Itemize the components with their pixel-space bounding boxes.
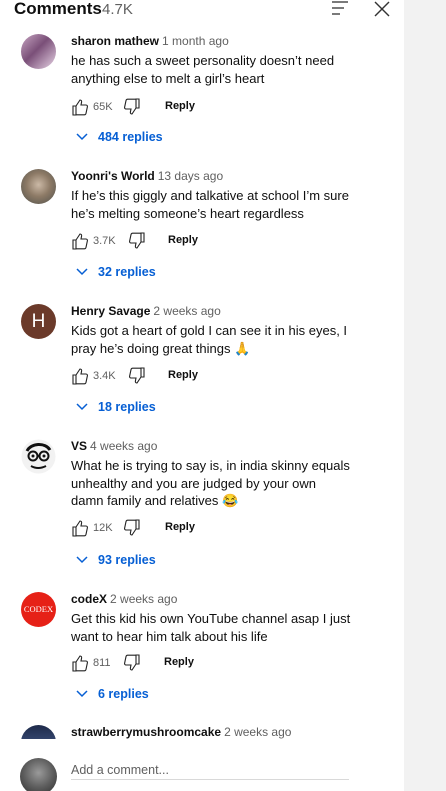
comment-header: Henry Savage 2 weeks ago <box>71 304 221 318</box>
comment-actions: 3.4K Reply <box>71 367 211 385</box>
user-avatar[interactable] <box>20 758 57 791</box>
comment-header: strawberrymushroomcake 2 weeks ago <box>71 725 291 739</box>
comments-header: Comments 4.7K <box>0 0 404 22</box>
side-gutter <box>404 0 446 791</box>
comment-item: sharon mathew 1 month ago he has such a s… <box>0 34 404 154</box>
comment-time: 2 weeks ago <box>224 725 292 739</box>
view-replies-button[interactable]: 484 replies <box>76 129 196 147</box>
chevron-down-icon <box>76 133 88 141</box>
replies-count: 18 replies <box>98 400 156 414</box>
avatar[interactable] <box>21 439 56 474</box>
comment-author[interactable]: codeX <box>71 592 107 606</box>
comment-item: Yoonri's World 13 days ago If he’s this g… <box>0 169 404 289</box>
avatar-glasses-icon <box>21 439 56 474</box>
comment-header: Yoonri's World 13 days ago <box>71 169 223 183</box>
comment-time: 1 month ago <box>162 34 229 48</box>
reply-button[interactable]: Reply <box>168 369 198 381</box>
avatar[interactable] <box>21 169 56 204</box>
view-replies-button[interactable]: 6 replies <box>76 686 196 704</box>
comment-text: he has such a sweet personality doesn’t … <box>71 53 335 86</box>
comment-header: codeX 2 weeks ago <box>71 592 177 606</box>
avatar[interactable] <box>21 725 56 739</box>
avatar[interactable]: H <box>21 304 56 339</box>
comment-author[interactable]: Henry Savage <box>71 304 150 318</box>
like-icon[interactable] <box>71 232 89 250</box>
like-count: 3.4K <box>93 370 116 382</box>
dislike-icon[interactable] <box>123 98 141 116</box>
dislike-icon[interactable] <box>123 654 141 672</box>
reply-button[interactable]: Reply <box>164 656 194 668</box>
comments-count: 4.7K <box>102 1 133 18</box>
dislike-icon[interactable] <box>128 367 146 385</box>
chevron-down-icon <box>76 556 88 564</box>
comment-actions: 811 Reply <box>71 654 211 672</box>
reply-button[interactable]: Reply <box>168 234 198 246</box>
like-icon[interactable] <box>71 98 89 116</box>
replies-count: 32 replies <box>98 265 156 279</box>
comment-author[interactable]: sharon mathew <box>71 34 159 48</box>
add-comment-input[interactable] <box>71 761 349 780</box>
comments-title: Comments <box>14 0 102 18</box>
comment-time: 2 weeks ago <box>110 592 178 606</box>
comment-time: 13 days ago <box>157 169 224 183</box>
comment-item: strawberrymushroomcake 2 weeks ago <box>0 723 404 739</box>
replies-count: 93 replies <box>98 553 156 567</box>
like-icon[interactable] <box>71 654 89 672</box>
like-count: 3.7K <box>93 235 116 247</box>
comment-actions: 3.7K Reply <box>71 232 211 250</box>
view-replies-button[interactable]: 32 replies <box>76 264 196 282</box>
comment-text: What he is trying to say is, in india sk… <box>71 458 350 508</box>
like-icon[interactable] <box>71 519 89 537</box>
chevron-down-icon <box>76 403 88 411</box>
comment-item: H Henry Savage 2 weeks ago Kids got a hea… <box>0 304 404 424</box>
view-replies-button[interactable]: 18 replies <box>76 399 196 417</box>
like-count: 811 <box>93 657 111 669</box>
comment-text: If he’s this giggly and talkative at sch… <box>71 188 349 221</box>
close-icon[interactable] <box>373 0 391 18</box>
like-icon[interactable] <box>71 367 89 385</box>
comment-header: VS 4 weeks ago <box>71 439 157 453</box>
dislike-icon[interactable] <box>123 519 141 537</box>
view-replies-button[interactable]: 93 replies <box>76 552 196 570</box>
avatar[interactable] <box>21 34 56 69</box>
comment-time: 4 weeks ago <box>90 439 158 453</box>
replies-count: 484 replies <box>98 130 163 144</box>
comment-header: sharon mathew 1 month ago <box>71 34 229 48</box>
comment-time: 2 weeks ago <box>153 304 221 318</box>
comment-actions: 65K Reply <box>71 98 211 116</box>
comment-text: Kids got a heart of gold I can see it in… <box>71 323 348 356</box>
comment-author[interactable]: VS <box>71 439 87 453</box>
comment-author[interactable]: strawberrymushroomcake <box>71 725 221 739</box>
chevron-down-icon <box>76 690 88 698</box>
comment-actions: 12K Reply <box>71 519 211 537</box>
replies-count: 6 replies <box>98 687 149 701</box>
like-count: 65K <box>93 101 113 113</box>
avatar[interactable]: CODEX <box>21 592 56 627</box>
comment-item: VS 4 weeks ago What he is trying to say i… <box>0 439 404 579</box>
like-count: 12K <box>93 522 113 534</box>
comments-panel: Comments 4.7K sharon mathew 1 month ago h… <box>0 0 404 791</box>
sort-icon[interactable] <box>331 0 349 16</box>
comment-text: Get this kid his own YouTube channel asa… <box>71 611 351 644</box>
reply-button[interactable]: Reply <box>165 100 195 112</box>
dislike-icon[interactable] <box>128 232 146 250</box>
chevron-down-icon <box>76 268 88 276</box>
comment-author[interactable]: Yoonri's World <box>71 169 155 183</box>
reply-button[interactable]: Reply <box>165 521 195 533</box>
comment-item: CODEX codeX 2 weeks ago Get this kid his … <box>0 592 404 712</box>
add-comment-bar <box>0 752 404 791</box>
